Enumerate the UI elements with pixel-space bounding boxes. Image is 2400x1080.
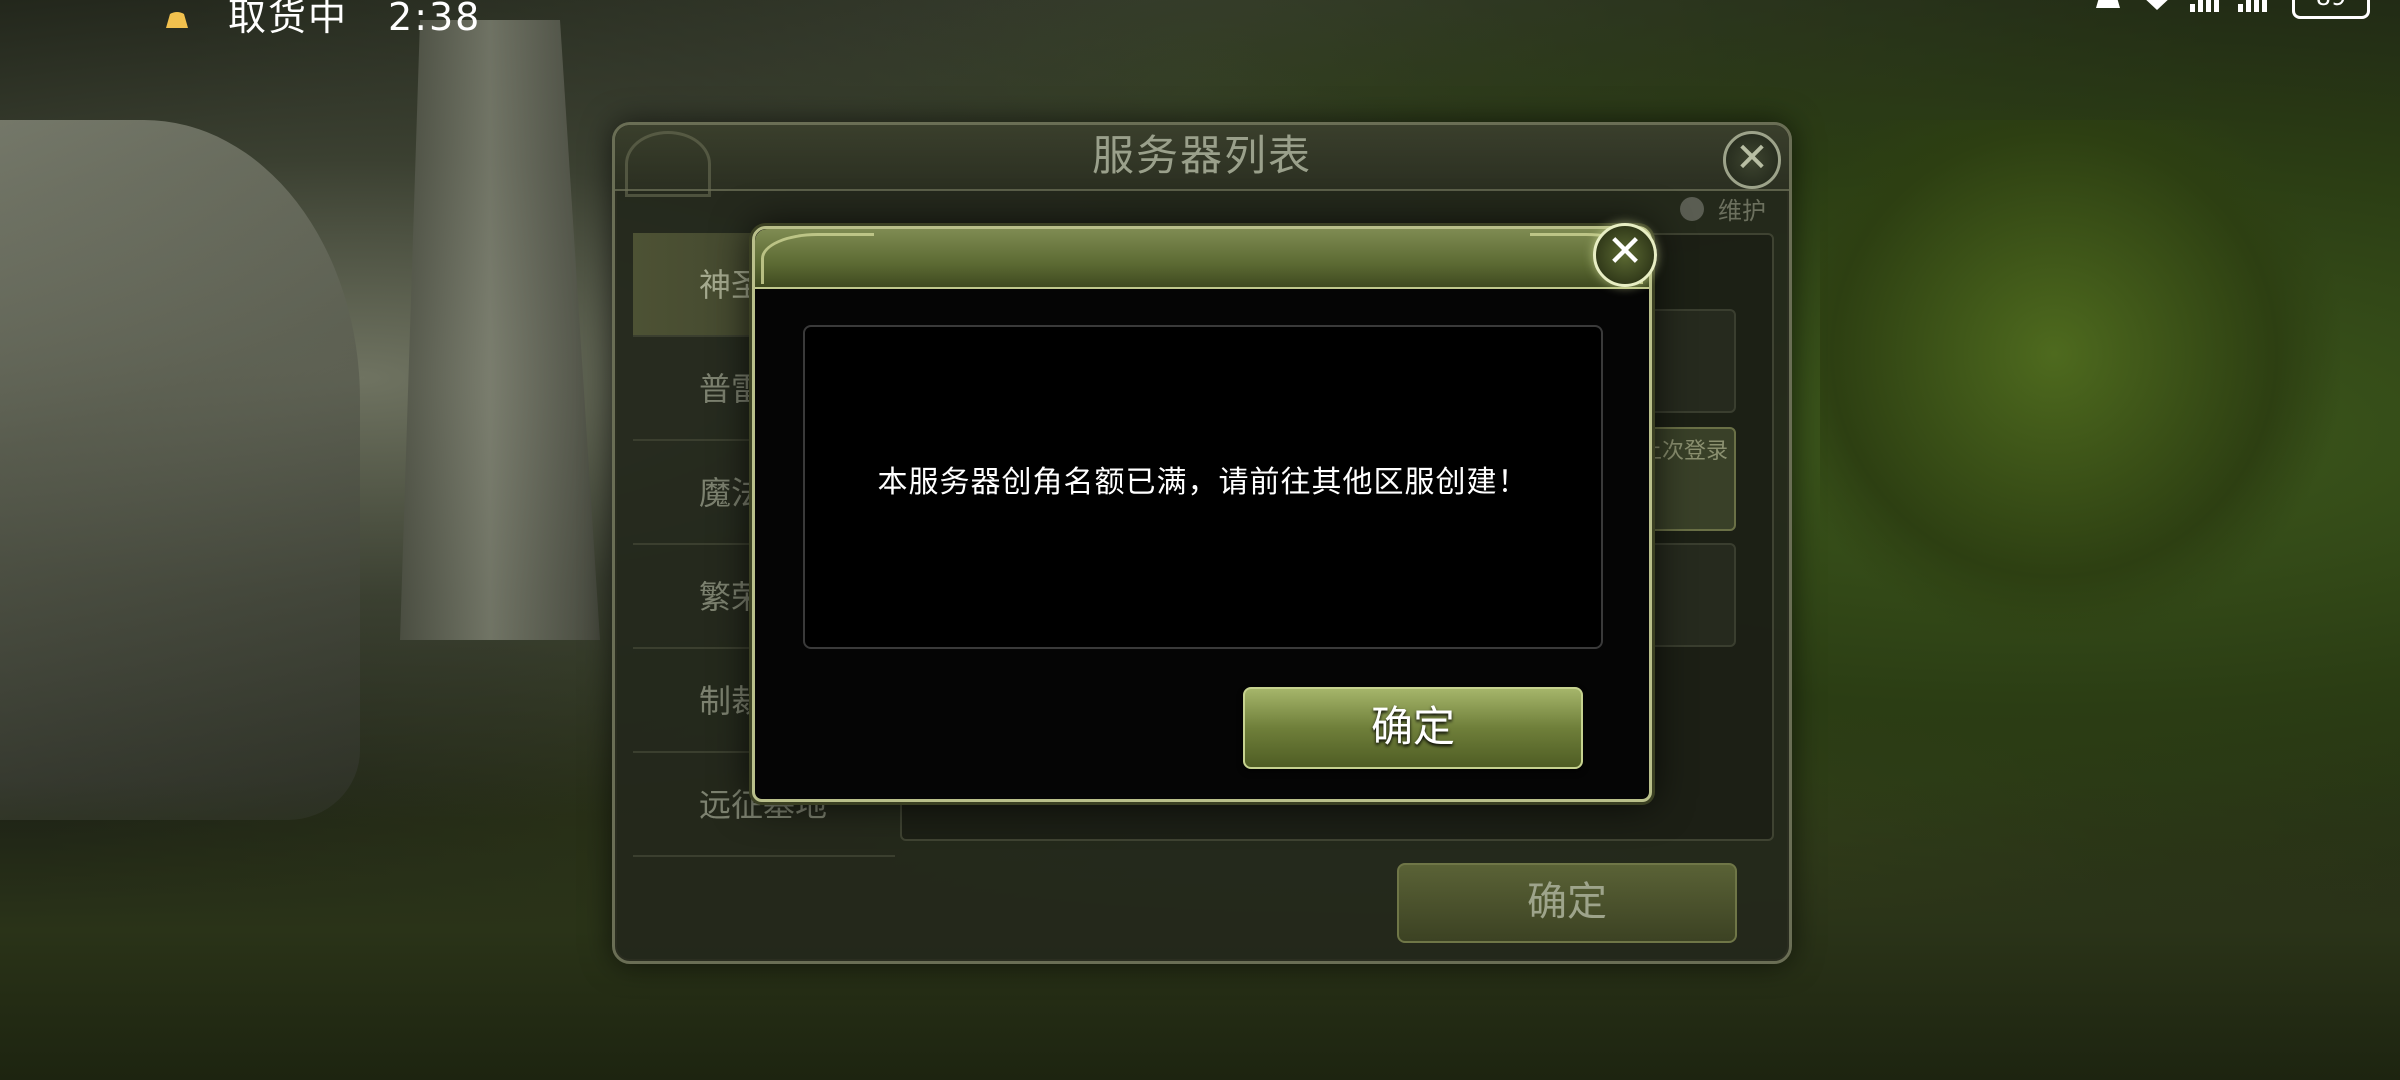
wifi-icon (2146, 0, 2168, 10)
modal-header (755, 229, 1649, 289)
background-ruin-arch (0, 120, 360, 820)
modal-message-box: 本服务器创角名额已满，请前往其他区服创建！ (803, 325, 1603, 649)
ornament-left (761, 233, 874, 284)
signal-icon-2 (2238, 0, 2267, 12)
close-icon: ✕ (1606, 226, 1644, 277)
maintenance-label: 维护 (1718, 197, 1766, 225)
server-panel-header: 服务器列表 ✕ (615, 125, 1789, 197)
maintenance-legend: 维护 (1680, 191, 1766, 226)
mute-icon (2096, 0, 2120, 8)
server-list-title: 服务器列表 (1091, 131, 1312, 180)
server-confirm-button[interactable]: 确定 (1397, 863, 1737, 943)
status-left: 取货中 2:38 (160, 0, 481, 41)
signal-icon (2190, 0, 2219, 12)
close-icon: ✕ (1735, 135, 1769, 181)
status-icons (2092, 0, 2270, 12)
background-moss (1820, 120, 2340, 640)
status-bar: 取货中 2:38 89 (0, 0, 2400, 39)
maintenance-dot-icon (1680, 196, 1704, 221)
background-ruin-pillar (400, 20, 600, 640)
modal-confirm-button[interactable]: 确定 (1243, 687, 1583, 769)
battery-indicator: 89 (2292, 0, 2370, 19)
ornament-left (625, 131, 711, 197)
modal-message: 本服务器创角名额已满，请前往其他区服创建！ (877, 465, 1529, 500)
server-panel-close-button[interactable]: ✕ (1723, 131, 1781, 189)
notification-icon (166, 12, 188, 28)
alert-modal: ✕ 本服务器创角名额已满，请前往其他区服创建！ 确定 (752, 223, 1657, 802)
status-time: 2:38 (388, 0, 482, 39)
modal-close-button[interactable]: ✕ (1593, 223, 1657, 287)
status-left-text: 取货中 (228, 0, 349, 39)
last-login-tag: 上次登录 (1639, 439, 1728, 464)
